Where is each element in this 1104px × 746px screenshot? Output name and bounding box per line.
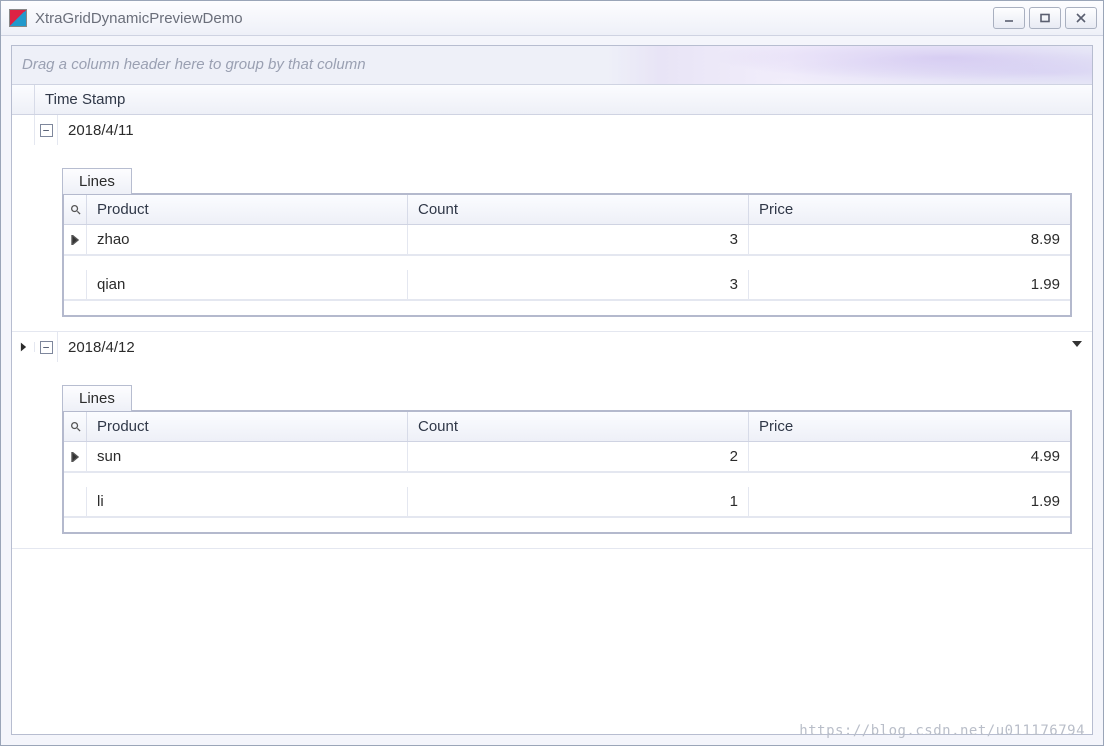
column-header-count[interactable]: Count — [408, 195, 749, 224]
master-row-header[interactable]: − 2018/4/12 — [12, 332, 1092, 362]
column-header-price[interactable]: Price — [749, 195, 1070, 224]
focused-row-icon — [71, 452, 79, 462]
detail-body: zhao 3 8.99 qian 3 1.99 — [64, 225, 1070, 315]
cell-count[interactable]: 2 — [408, 442, 749, 471]
master-header-row: Time Stamp — [12, 85, 1092, 115]
detail-row[interactable]: zhao 3 8.99 — [64, 225, 1070, 255]
detail-body: sun 2 4.99 li 1 1.99 — [64, 442, 1070, 532]
maximize-button[interactable] — [1029, 7, 1061, 29]
focused-row-icon — [20, 342, 27, 352]
row-indicator — [64, 225, 87, 254]
column-header-price[interactable]: Price — [749, 412, 1070, 441]
app-window: XtraGridDynamicPreviewDemo Drag a column… — [0, 0, 1104, 746]
timestamp-cell[interactable]: 2018/4/11 — [58, 122, 1092, 139]
header-indent — [12, 85, 35, 114]
column-header-count[interactable]: Count — [408, 412, 749, 441]
detail-grid: Product Count Price sun 2 4.99 — [62, 410, 1072, 534]
window-buttons — [993, 7, 1103, 29]
titlebar: XtraGridDynamicPreviewDemo — [1, 1, 1103, 36]
row-indicator-cell — [12, 342, 35, 352]
focused-row-icon — [71, 235, 79, 245]
master-row: − 2018/4/11 Lines Product Count Price — [12, 115, 1092, 332]
detail-header-row: Product Count Price — [64, 412, 1070, 442]
row-indicator — [64, 487, 87, 516]
watermark-text: https://blog.csdn.net/u011176794 — [799, 723, 1085, 739]
cell-product[interactable]: qian — [87, 270, 408, 299]
cell-product[interactable]: li — [87, 487, 408, 516]
minimize-button[interactable] — [993, 7, 1025, 29]
close-button[interactable] — [1065, 7, 1097, 29]
cell-product[interactable]: zhao — [87, 225, 408, 254]
row-spacer — [64, 472, 1070, 487]
search-icon — [70, 204, 81, 215]
detail-grid: Product Count Price zhao 3 8.9 — [62, 193, 1072, 317]
cell-price[interactable]: 1.99 — [749, 270, 1070, 299]
row-indicator-cell — [12, 115, 35, 145]
cell-price[interactable]: 4.99 — [749, 442, 1070, 471]
detail-indicator-header[interactable] — [64, 412, 87, 441]
app-icon — [9, 9, 27, 27]
expand-cell: − — [35, 115, 58, 145]
cell-count[interactable]: 3 — [408, 225, 749, 254]
row-indicator — [64, 442, 87, 471]
collapse-icon[interactable]: − — [40, 124, 53, 137]
cell-price[interactable]: 8.99 — [749, 225, 1070, 254]
detail-view: Lines Product Count Price — [62, 384, 1072, 534]
column-header-product[interactable]: Product — [87, 412, 408, 441]
column-header-timestamp[interactable]: Time Stamp — [35, 85, 135, 114]
search-icon — [70, 421, 81, 432]
grid-body[interactable]: − 2018/4/11 Lines Product Count Price — [12, 115, 1092, 733]
row-spacer — [64, 517, 1070, 532]
expand-cell: − — [35, 332, 58, 362]
detail-header-row: Product Count Price — [64, 195, 1070, 225]
window-title: XtraGridDynamicPreviewDemo — [35, 10, 993, 27]
detail-indicator-header[interactable] — [64, 195, 87, 224]
detail-row[interactable]: qian 3 1.99 — [64, 270, 1070, 300]
master-row: − 2018/4/12 Lines Product Count — [12, 332, 1092, 549]
timestamp-cell[interactable]: 2018/4/12 — [58, 339, 1092, 356]
cell-count[interactable]: 3 — [408, 270, 749, 299]
detail-view: Lines Product Count Price — [62, 167, 1072, 317]
cell-count[interactable]: 1 — [408, 487, 749, 516]
group-by-panel[interactable]: Drag a column header here to group by th… — [12, 46, 1092, 85]
cell-product[interactable]: sun — [87, 442, 408, 471]
collapse-icon[interactable]: − — [40, 341, 53, 354]
row-spacer — [64, 255, 1070, 270]
group-by-hint: Drag a column header here to group by th… — [22, 56, 366, 73]
cell-price[interactable]: 1.99 — [749, 487, 1070, 516]
row-spacer — [64, 300, 1070, 315]
row-indicator — [64, 270, 87, 299]
master-row-header[interactable]: − 2018/4/11 — [12, 115, 1092, 145]
grid-control: Drag a column header here to group by th… — [11, 45, 1093, 735]
dropdown-icon[interactable] — [1072, 341, 1082, 347]
detail-tab-lines[interactable]: Lines — [62, 385, 132, 411]
detail-row[interactable]: sun 2 4.99 — [64, 442, 1070, 472]
detail-tab-lines[interactable]: Lines — [62, 168, 132, 194]
column-header-product[interactable]: Product — [87, 195, 408, 224]
detail-row[interactable]: li 1 1.99 — [64, 487, 1070, 517]
